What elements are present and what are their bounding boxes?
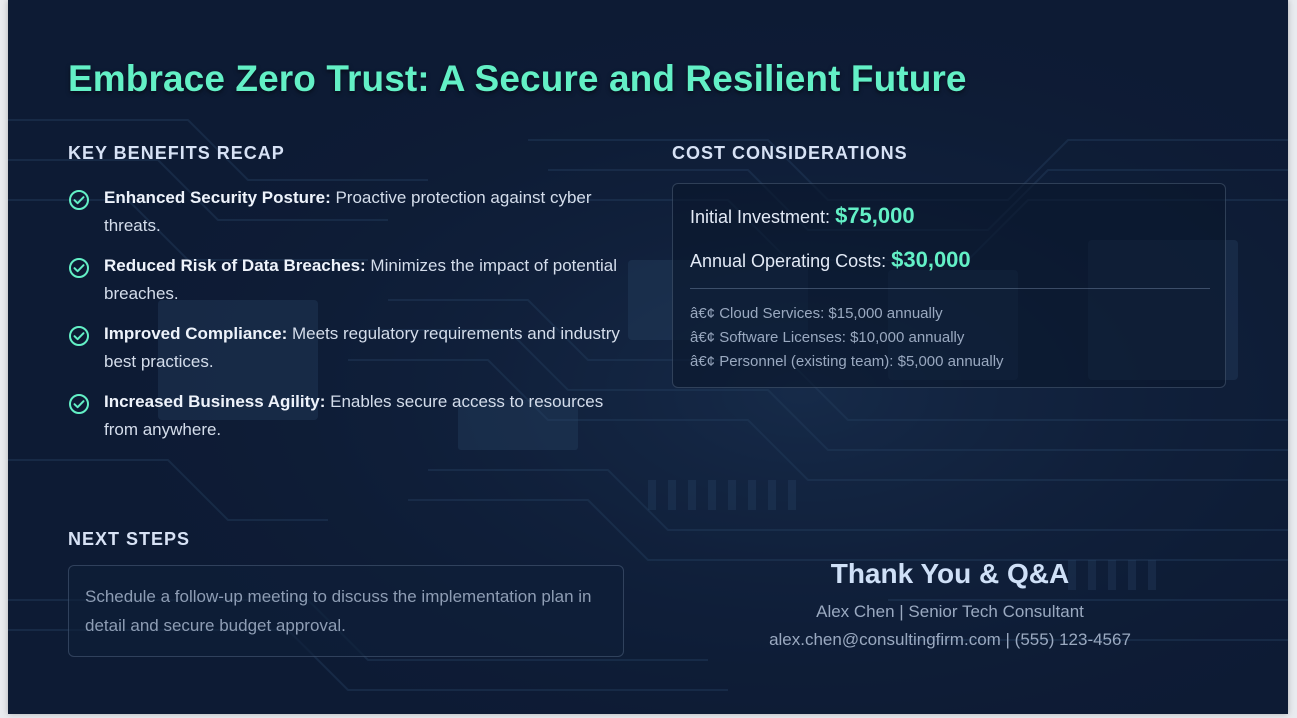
benefit-item: Enhanced Security Posture: Proactive pro… xyxy=(68,184,628,240)
benefit-item: Improved Compliance: Meets regulatory re… xyxy=(68,320,628,376)
presenter-info: Alex Chen | Senior Tech Consultant xyxy=(816,602,1084,621)
next-steps-text: Schedule a follow-up meeting to discuss … xyxy=(85,587,592,635)
check-circle-icon xyxy=(69,326,89,346)
thank-you-heading: Thank You & Q&A xyxy=(830,558,1070,589)
benefits-list: Enhanced Security Posture: Proactive pro… xyxy=(68,184,628,456)
contact-info: alex.chen@consultingfirm.com | (555) 123… xyxy=(769,630,1131,649)
benefit-item: Increased Business Agility: Enables secu… xyxy=(68,388,628,444)
cost-card: Initial Investment: $75,000 Annual Opera… xyxy=(672,183,1226,388)
slide-title: Embrace Zero Trust: A Secure and Resilie… xyxy=(68,58,967,99)
next-steps-heading: NEXT STEPS xyxy=(68,529,191,549)
cost-breakdown-item: â€¢ Cloud Services: $15,000 annually xyxy=(690,305,943,322)
cost-breakdown-list: â€¢ Cloud Services: $15,000 annually â€¢… xyxy=(690,302,1004,374)
initial-investment-label: Initial Investment: xyxy=(690,207,836,227)
initial-investment: Initial Investment: $75,000 xyxy=(690,203,915,229)
check-circle-icon xyxy=(69,258,89,278)
check-circle-icon xyxy=(69,190,89,210)
initial-investment-value: $75,000 xyxy=(835,203,915,228)
benefit-name: Improved Compliance: xyxy=(104,324,288,343)
next-steps-card: Schedule a follow-up meeting to discuss … xyxy=(68,565,624,657)
benefit-name: Increased Business Agility: xyxy=(104,392,326,411)
benefits-heading: KEY BENEFITS RECAP xyxy=(68,143,285,163)
benefit-name: Enhanced Security Posture: xyxy=(104,188,331,207)
annual-costs-value: $30,000 xyxy=(891,247,971,272)
cost-breakdown-item: â€¢ Personnel (existing team): $5,000 an… xyxy=(690,353,1004,370)
benefit-name: Reduced Risk of Data Breaches: xyxy=(104,256,366,275)
closing-block: Thank You & Q&A Alex Chen | Senior Tech … xyxy=(668,556,1232,654)
annual-operating-costs: Annual Operating Costs: $30,000 xyxy=(690,247,971,273)
cost-heading: COST CONSIDERATIONS xyxy=(672,143,908,163)
slide-content: Embrace Zero Trust: A Secure and Resilie… xyxy=(8,0,1288,714)
benefit-item: Reduced Risk of Data Breaches: Minimizes… xyxy=(68,252,628,308)
cost-breakdown-item: â€¢ Software Licenses: $10,000 annually xyxy=(690,329,965,346)
annual-costs-label: Annual Operating Costs: xyxy=(690,251,892,271)
cost-divider xyxy=(690,288,1210,289)
check-circle-icon xyxy=(69,394,89,414)
presentation-slide: Embrace Zero Trust: A Secure and Resilie… xyxy=(8,0,1288,714)
